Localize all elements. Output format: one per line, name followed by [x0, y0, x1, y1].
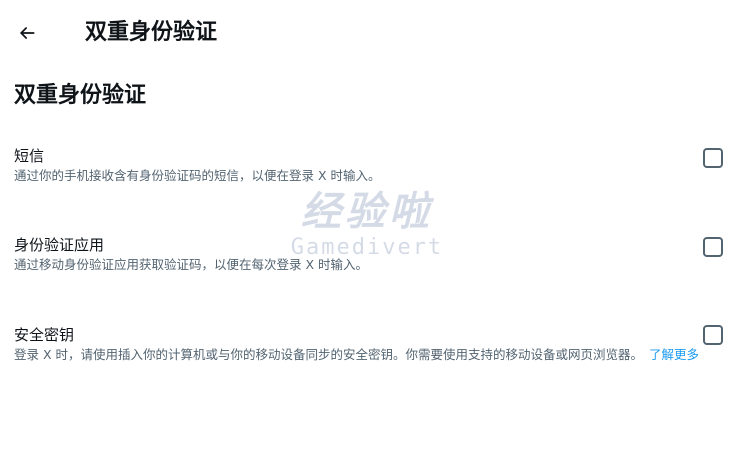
security-key-checkbox[interactable] [703, 325, 723, 345]
page-title: 双重身份验证 [85, 20, 218, 45]
option-description: 通过你的手机接收含有身份验证码的短信，以便在登录 X 时输入。 [14, 168, 381, 183]
option-description: 登录 X 时，请使用插入你的计算机或与你的移动设备同步的安全密钥。你需要使用支持… [14, 347, 714, 363]
option-label: 短信 [14, 147, 45, 165]
authenticator-app-checkbox[interactable] [703, 237, 723, 257]
watermark-logo-text: 经验啦 [301, 189, 433, 235]
option-label: 安全密钥 [14, 326, 75, 344]
option-description: 通过移动身份验证应用获取验证码，以便在每次登录 X 时输入。 [14, 257, 369, 272]
option-security-key[interactable]: 安全密钥 登录 X 时，请使用插入你的计算机或与你的移动设备同步的安全密钥。你需… [14, 325, 726, 363]
back-button[interactable] [9, 15, 45, 51]
section-title: 双重身份验证 [14, 83, 147, 108]
option-label: 身份验证应用 [14, 236, 105, 254]
option-description-text: 登录 X 时，请使用插入你的计算机或与你的移动设备同步的安全密钥。你需要使用支持… [14, 347, 644, 362]
option-authenticator-app[interactable]: 身份验证应用 通过移动身份验证应用获取验证码，以便在每次登录 X 时输入。 [14, 235, 726, 273]
page-header: 双重身份验证 [0, 0, 737, 66]
arrow-left-icon [20, 27, 35, 39]
sms-checkbox[interactable] [703, 148, 723, 168]
learn-more-link[interactable]: 了解更多 [649, 347, 699, 362]
option-sms[interactable]: 短信 通过你的手机接收含有身份验证码的短信，以便在登录 X 时输入。 [14, 146, 726, 184]
